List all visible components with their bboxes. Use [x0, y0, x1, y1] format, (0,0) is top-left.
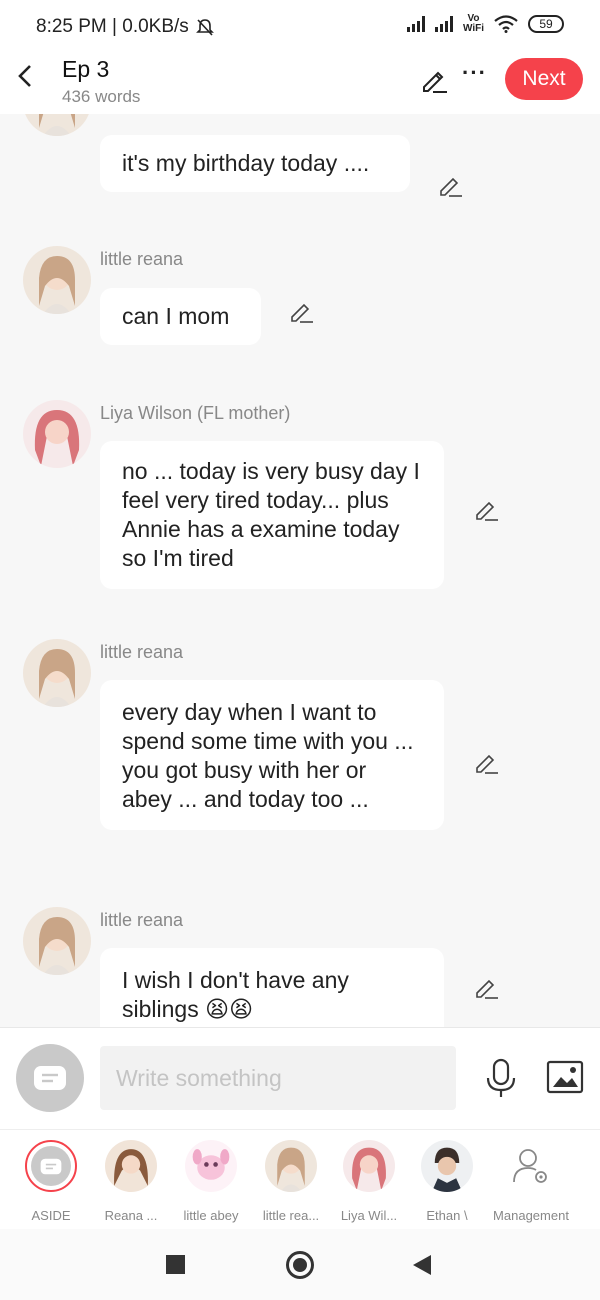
- message-bubble[interactable]: I wish I don't have any siblings 😫😫: [100, 948, 444, 1027]
- character-aside[interactable]: ASIDE: [16, 1140, 86, 1223]
- vowifi-bottom: WiFi: [462, 23, 484, 34]
- message-text: no ... today is very busy day I feel ver…: [122, 458, 420, 571]
- message-bubble[interactable]: can I mom: [100, 288, 261, 345]
- mute-bell-icon: [195, 19, 214, 36]
- management-button[interactable]: Management: [486, 1140, 576, 1223]
- wifi-icon: [494, 15, 518, 33]
- character-label: Liya Wil...: [340, 1208, 398, 1223]
- edit-message-icon[interactable]: [473, 974, 499, 1000]
- more-options-icon[interactable]: ···: [462, 60, 487, 86]
- message-text: can I mom: [122, 303, 230, 329]
- status-time: 8:25 PM | 0.0KB/s: [36, 16, 189, 37]
- edit-episode-icon[interactable]: [420, 66, 448, 94]
- signal-1-icon: [406, 16, 425, 32]
- edit-message-icon[interactable]: [473, 496, 499, 522]
- avatar: [421, 1140, 473, 1192]
- sender-name: little reana: [100, 910, 184, 930]
- next-button[interactable]: Next: [505, 58, 583, 100]
- message-text: I wish I don't have any siblings 😫😫: [122, 967, 349, 1022]
- edit-message-icon[interactable]: [473, 749, 499, 775]
- aside-avatar: [25, 1140, 77, 1192]
- character-little-abey[interactable]: little abey: [176, 1140, 246, 1223]
- avatar: [265, 1140, 317, 1192]
- chat-message: little reana can I mom: [0, 246, 600, 356]
- avatar-liya-wilson[interactable]: [23, 400, 91, 468]
- avatar: [185, 1140, 237, 1192]
- character-label: little rea...: [262, 1208, 320, 1223]
- image-icon[interactable]: [546, 1060, 584, 1094]
- battery-indicator: 59: [528, 15, 564, 33]
- avatar-little-reana[interactable]: [23, 246, 91, 314]
- character-reana[interactable]: Reana ...: [96, 1140, 166, 1223]
- chat-message: little reana I wish I don't have any sib…: [0, 907, 600, 1027]
- aside-icon: [34, 1066, 66, 1090]
- chat-message: little reana every day when I want to sp…: [0, 639, 600, 869]
- character-label: Ethan \: [426, 1208, 468, 1223]
- avatar-little-reana[interactable]: [23, 114, 91, 136]
- character-label: Reana ...: [104, 1208, 158, 1223]
- character-liya-wilson[interactable]: Liya Wil...: [334, 1140, 404, 1223]
- aside-icon: [40, 1158, 62, 1174]
- status-bar: 8:25 PM | 0.0KB/s Vo WiFi 59: [0, 0, 600, 54]
- status-left: 8:25 PM | 0.0KB/s: [36, 16, 215, 38]
- message-text: every day when I want to spend some time…: [122, 699, 414, 812]
- microphone-icon[interactable]: [484, 1058, 518, 1098]
- sender-name: little reana: [100, 249, 184, 269]
- character-bar: ASIDE Reana ... little abey little rea..…: [0, 1129, 600, 1229]
- sender-name: Liya Wilson (FL mother): [100, 403, 291, 423]
- user-settings-icon: [513, 1149, 547, 1183]
- home-icon[interactable]: [286, 1251, 314, 1279]
- episode-header: Ep 3 436 words ··· Next: [0, 54, 600, 114]
- edit-message-icon[interactable]: [288, 298, 314, 324]
- input-bar: [0, 1027, 600, 1129]
- avatar-little-reana[interactable]: [23, 907, 91, 975]
- aside-toggle-button[interactable]: [16, 1044, 84, 1112]
- chat-area[interactable]: it's my birthday today .... little reana…: [0, 114, 600, 1027]
- avatar: [105, 1140, 157, 1192]
- message-bubble[interactable]: it's my birthday today ....: [100, 135, 410, 192]
- sender-name: little reana: [100, 642, 184, 662]
- character-label: Management: [493, 1208, 569, 1223]
- system-nav-bar: [0, 1229, 600, 1300]
- message-bubble[interactable]: no ... today is very busy day I feel ver…: [100, 441, 444, 589]
- character-label: ASIDE: [31, 1208, 71, 1223]
- avatar: [505, 1140, 557, 1192]
- character-label: little abey: [183, 1208, 239, 1223]
- vowifi-icon: Vo WiFi: [463, 14, 484, 34]
- avatar: [343, 1140, 395, 1192]
- write-input[interactable]: [100, 1046, 456, 1110]
- recents-icon[interactable]: [166, 1255, 185, 1274]
- episode-title: Ep 3: [62, 56, 110, 82]
- character-little-reana[interactable]: little rea...: [256, 1140, 326, 1223]
- back-arrow-icon[interactable]: [14, 64, 38, 88]
- status-right: Vo WiFi 59: [406, 14, 564, 34]
- edit-message-icon[interactable]: [437, 172, 463, 198]
- character-ethan[interactable]: Ethan \: [412, 1140, 482, 1223]
- chat-message: it's my birthday today ....: [0, 114, 600, 218]
- avatar-little-reana[interactable]: [23, 639, 91, 707]
- chat-message: Liya Wilson (FL mother) no ... today is …: [0, 400, 600, 600]
- message-text: it's my birthday today ....: [122, 150, 370, 176]
- word-count: 436 words: [62, 87, 141, 106]
- signal-2-icon: [434, 16, 453, 32]
- back-icon[interactable]: [413, 1255, 431, 1275]
- message-bubble[interactable]: every day when I want to spend some time…: [100, 680, 444, 830]
